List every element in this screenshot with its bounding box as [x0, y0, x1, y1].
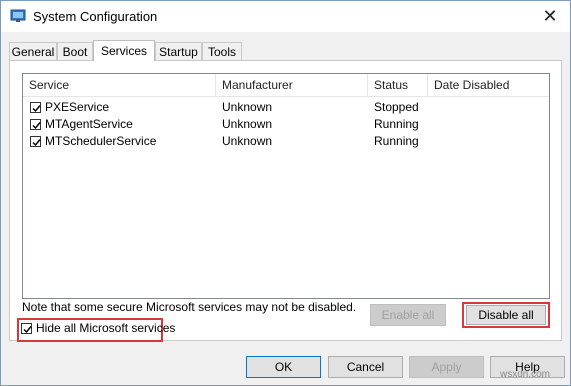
service-manufacturer: Unknown	[222, 134, 273, 148]
cancel-button[interactable]: Cancel	[328, 356, 403, 378]
service-name: MTAgentService	[45, 117, 133, 131]
table-row[interactable]: MTSchedulerService Unknown Running	[23, 133, 549, 150]
list-header: Service Manufacturer Status Date Disable…	[23, 74, 549, 97]
checkmark-icon	[32, 139, 41, 147]
secure-services-note: Note that some secure Microsoft services…	[22, 300, 357, 314]
service-name: PXEService	[45, 100, 110, 114]
services-panel: Service Manufacturer Status Date Disable…	[9, 60, 562, 342]
system-configuration-window: System Configuration ✕ General Boot Serv…	[0, 0, 571, 386]
tab-startup[interactable]: Startup	[155, 42, 202, 60]
column-header-status[interactable]: Status	[368, 74, 428, 96]
service-name: MTSchedulerService	[45, 134, 157, 148]
service-manufacturer: Unknown	[222, 117, 273, 131]
table-row[interactable]: PXEService Unknown Stopped	[23, 99, 549, 116]
disable-all-button[interactable]: Disable all	[466, 305, 546, 325]
close-button[interactable]: ✕	[530, 1, 570, 32]
msconfig-app-icon	[10, 9, 26, 22]
hide-ms-services-checkbox[interactable]	[21, 323, 32, 334]
column-header-service[interactable]: Service	[23, 74, 216, 96]
close-icon: ✕	[542, 6, 558, 26]
enable-all-button[interactable]: Enable all	[370, 304, 446, 326]
title-bar: System Configuration ✕	[1, 1, 570, 32]
service-checkbox[interactable]	[30, 136, 41, 147]
window-title: System Configuration	[33, 9, 158, 24]
ok-button[interactable]: OK	[246, 356, 321, 378]
column-header-manufacturer[interactable]: Manufacturer	[216, 74, 368, 96]
tab-general[interactable]: General	[9, 42, 57, 60]
service-manufacturer: Unknown	[222, 100, 273, 114]
service-status: Running	[374, 134, 419, 148]
service-checkbox[interactable]	[30, 102, 41, 113]
table-row[interactable]: MTAgentService Unknown Running	[23, 116, 549, 133]
tab-services[interactable]: Services	[93, 40, 155, 61]
checkmark-icon	[23, 326, 32, 334]
hide-ms-services-label[interactable]: Hide all Microsoft services	[36, 320, 175, 337]
watermark: wsxdn.com	[500, 369, 551, 380]
service-status: Stopped	[374, 100, 419, 114]
column-header-date-disabled[interactable]: Date Disabled	[428, 74, 551, 96]
services-list[interactable]: Service Manufacturer Status Date Disable…	[22, 73, 550, 299]
service-checkbox[interactable]	[30, 119, 41, 130]
apply-button[interactable]: Apply	[409, 356, 484, 378]
service-status: Running	[374, 117, 419, 131]
checkmark-icon	[32, 122, 41, 130]
checkmark-icon	[32, 105, 41, 113]
tab-boot[interactable]: Boot	[57, 42, 93, 60]
tab-tools[interactable]: Tools	[202, 42, 242, 60]
